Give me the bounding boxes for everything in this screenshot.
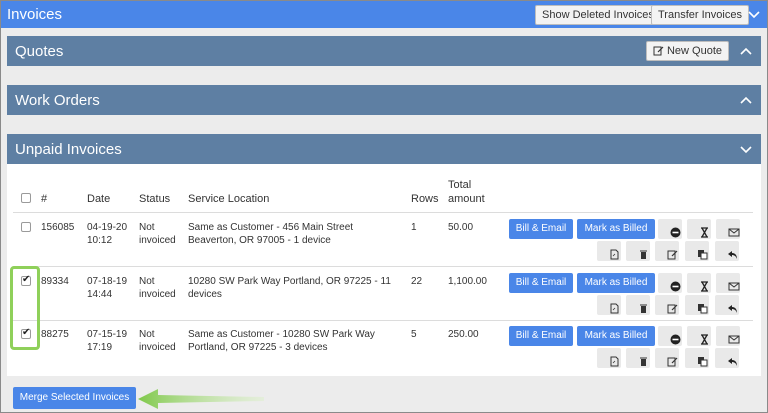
service-location-2: Beaverton, OR 97005 - 1 device [188,235,331,246]
chevron-down-icon[interactable] [747,7,761,26]
bill-email-button[interactable]: Bill & Email [509,273,573,293]
invoice-status-2: invoiced [139,235,176,246]
row-count: 22 [411,276,423,287]
total-amount: 250.00 [448,329,479,340]
copy-button[interactable] [685,295,709,315]
mark-as-billed-button[interactable]: Mark as Billed [577,326,655,346]
row-count: 5 [411,329,417,340]
minus-circle-button[interactable] [658,326,682,346]
transfer-invoices-button[interactable]: Transfer Invoices [651,5,749,25]
col-service-location: Service Location [188,193,270,205]
trash-button[interactable] [626,348,650,368]
envelope-button[interactable] [716,273,740,293]
invoice-status: Not [139,276,155,287]
chevron-up-icon[interactable] [739,93,753,112]
show-deleted-invoices-button[interactable]: Show Deleted Invoices [535,5,661,25]
arrow-icon [138,389,264,409]
row-divider [13,320,753,321]
chevron-up-icon[interactable] [739,44,753,63]
copy-button[interactable] [685,348,709,368]
service-location-2: devices [188,289,222,300]
hourglass-button[interactable] [687,273,711,293]
trash-button[interactable] [626,295,650,315]
row-actions: Bill & Email Mark as Billed [509,326,749,370]
quotes-title: Quotes [15,43,64,60]
envelope-button[interactable] [716,219,740,239]
merge-selected-invoices-button[interactable]: Merge Selected Invoices [13,387,136,409]
service-location: Same as Customer - 10280 SW Park Way [188,329,375,340]
invoice-time: 17:19 [87,342,113,353]
invoice-status-2: invoiced [139,342,176,353]
col-status: Status [139,193,171,205]
select-all-checkbox[interactable] [21,193,31,203]
chevron-down-icon[interactable] [739,142,753,161]
mark-as-billed-button[interactable]: Mark as Billed [577,273,655,293]
col-total-line1: Total [448,179,472,191]
copy-button[interactable] [685,241,709,261]
invoice-time: 14:44 [87,289,113,300]
row-divider [13,266,753,267]
invoice-date: 07-15-19 [87,329,128,340]
pencil-button[interactable] [655,348,679,368]
page-title: Invoices [7,6,63,23]
service-location-2: Portland, OR 97225 - 3 devices [188,342,328,353]
row-actions: Bill & Email Mark as Billed [509,273,749,317]
pdf-button[interactable] [597,295,621,315]
total-amount: 1,100.00 [448,276,487,287]
envelope-button[interactable] [716,326,740,346]
selection-highlight [10,266,40,350]
mark-as-billed-button[interactable]: Mark as Billed [577,219,655,239]
service-location: 10280 SW Park Way Portland, OR 97225 - 1… [188,276,391,287]
total-amount: 50.00 [448,222,474,233]
pdf-button[interactable] [597,241,621,261]
invoice-time: 10:12 [87,235,113,246]
invoice-number[interactable]: 89334 [41,275,69,288]
invoice-number[interactable]: 88275 [41,328,69,341]
col-total-line2: amount [448,193,485,205]
bill-email-button[interactable]: Bill & Email [509,326,573,346]
invoice-date: 07-18-19 [87,276,128,287]
header-divider [13,212,753,213]
pencil-button[interactable] [655,241,679,261]
minus-circle-button[interactable] [658,219,682,239]
row-count: 1 [411,222,417,233]
bill-email-button[interactable]: Bill & Email [509,219,573,239]
reply-button[interactable] [715,348,739,368]
pencil-button[interactable] [655,295,679,315]
col-rows: Rows [411,193,439,205]
unpaid-invoices-panel-header[interactable]: Unpaid Invoices [7,134,761,164]
service-location: Same as Customer - 456 Main Street [188,222,354,233]
row-actions: Bill & Email Mark as Billed [509,219,749,263]
reply-button[interactable] [715,295,739,315]
minus-circle-button[interactable] [658,273,682,293]
quotes-panel-header[interactable]: Quotes New Quote [7,36,761,66]
invoice-number[interactable]: 156085 [41,221,74,234]
hourglass-button[interactable] [687,326,711,346]
unpaid-invoices-body: # Date Status Service Location Rows Tota… [7,164,761,376]
invoice-status: Not [139,329,155,340]
work-orders-panel-header[interactable]: Work Orders [7,85,761,115]
pdf-button[interactable] [597,348,621,368]
edit-icon [653,45,664,59]
col-date: Date [87,193,111,205]
trash-button[interactable] [626,241,650,261]
row-checkbox[interactable] [21,222,31,232]
new-quote-button[interactable]: New Quote [645,41,729,61]
unpaid-invoices-title: Unpaid Invoices [15,141,122,158]
new-quote-label: New Quote [666,45,722,57]
col-num: # [41,193,48,205]
invoice-status: Not [139,222,155,233]
invoice-date: 04-19-20 [87,222,128,233]
work-orders-title: Work Orders [15,92,100,109]
reply-button[interactable] [715,241,739,261]
hourglass-button[interactable] [687,219,711,239]
top-bar: Invoices Show Deleted Invoices Transfer … [1,1,767,28]
invoice-status-2: invoiced [139,289,176,300]
